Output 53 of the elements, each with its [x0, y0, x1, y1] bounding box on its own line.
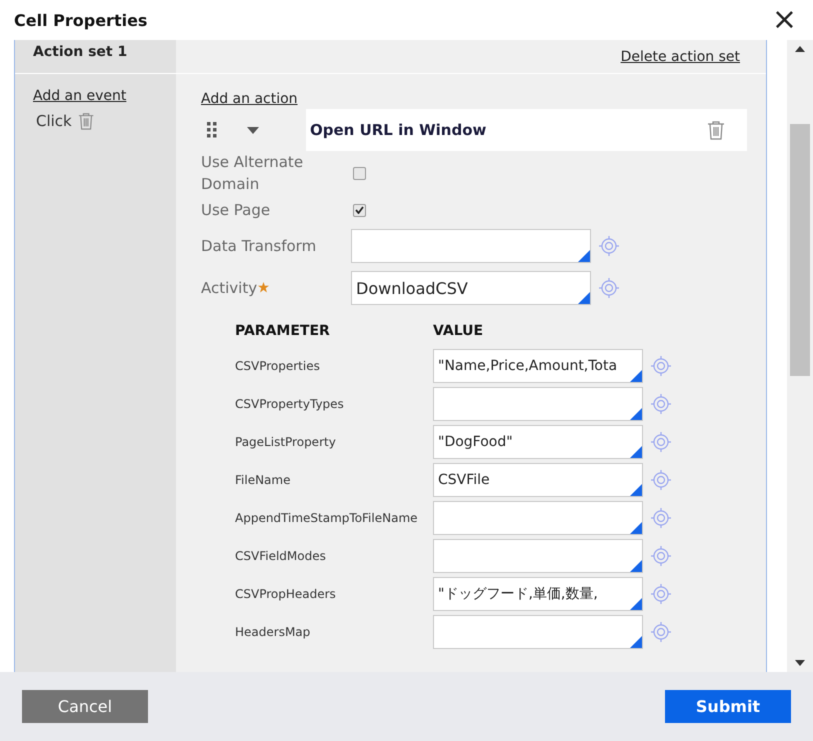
drag-handle-icon[interactable] [207, 122, 217, 138]
input-field[interactable] [433, 539, 643, 573]
submit-button[interactable]: Submit [665, 690, 791, 723]
parameter-name: FileName [235, 473, 292, 487]
parameter-name: HeadersMap [235, 625, 312, 639]
setting-label: Use Alternate Domain [201, 152, 304, 195]
crosshair-icon[interactable] [598, 277, 620, 299]
crosshair-icon[interactable] [598, 235, 620, 257]
crosshair-icon[interactable] [650, 469, 672, 491]
crosshair-icon[interactable] [650, 583, 672, 605]
input-field[interactable] [351, 229, 591, 263]
parameter-name: CSVProperties [235, 359, 321, 373]
parameter-name: PageListProperty [235, 435, 337, 449]
action-title: Open URL in Window [310, 121, 486, 139]
crosshair-icon[interactable] [650, 431, 672, 453]
column-header: VALUE [433, 323, 484, 339]
add-event-link[interactable]: Add an event [33, 88, 176, 104]
input-field[interactable] [433, 615, 643, 649]
parameter-name: AppendTimeStampToFileName [235, 511, 419, 525]
input-field[interactable] [433, 387, 643, 421]
setting-label: Activity [201, 277, 351, 299]
cancel-button[interactable]: Cancel [22, 690, 148, 723]
trash-icon[interactable] [78, 112, 94, 130]
crosshair-icon[interactable] [650, 621, 672, 643]
crosshair-icon[interactable] [650, 393, 672, 415]
input-field[interactable] [433, 501, 643, 535]
scroll-down-icon[interactable] [795, 660, 805, 666]
crosshair-icon[interactable] [650, 545, 672, 567]
crosshair-icon[interactable] [650, 355, 672, 377]
column-header: PARAMETER [235, 323, 331, 339]
parameter-name: CSVFieldModes [235, 549, 327, 563]
parameter-name: CSVPropHeaders [235, 587, 337, 601]
caret-icon[interactable] [247, 126, 259, 134]
input-field[interactable]: "Name,Price,Amount,Tota [433, 349, 643, 383]
close-button[interactable]: × [770, 5, 799, 35]
input-field[interactable]: DownloadCSV [351, 271, 591, 305]
crosshair-icon[interactable] [650, 507, 672, 529]
input-field[interactable]: CSVFile [433, 463, 643, 497]
action-set-title: Action set 1 [32, 43, 128, 62]
checkbox[interactable] [353, 166, 366, 180]
parameter-name: CSVPropertyTypes [235, 397, 345, 411]
trash-icon[interactable] [707, 120, 725, 140]
delete-action-set-link[interactable]: Delete action set [620, 48, 740, 64]
setting-label: Data Transform [201, 236, 318, 257]
input-field[interactable]: "ドッグフード,単価,数量, [433, 577, 643, 611]
scroll-up-icon[interactable] [795, 46, 805, 52]
setting-label: Use Page [201, 200, 272, 221]
input-field[interactable]: "DogFood" [433, 425, 643, 459]
scrollbar-thumb[interactable] [790, 124, 810, 376]
dialog-title: Cell Properties [14, 10, 148, 30]
event-label[interactable]: Click [36, 112, 72, 130]
add-action-link[interactable]: Add an action [201, 91, 298, 107]
checkbox[interactable] [353, 204, 366, 216]
